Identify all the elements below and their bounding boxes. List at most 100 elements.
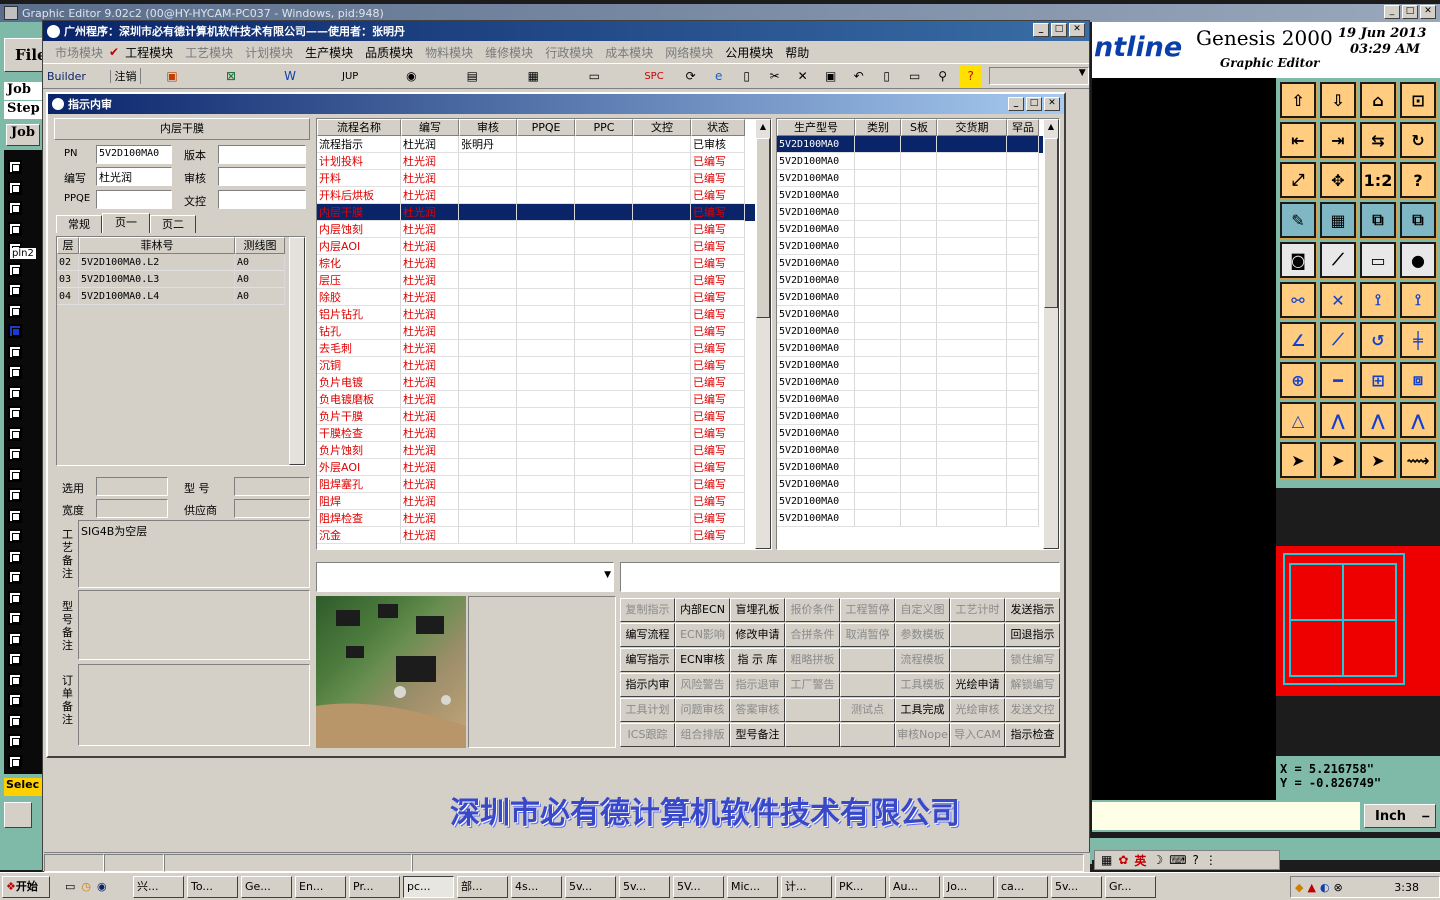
action-button[interactable] (840, 648, 895, 672)
layer-checkbox-icon[interactable] (8, 467, 22, 482)
model-row[interactable]: 5V2D100MA0 (777, 357, 1059, 374)
eye-icon[interactable]: ◉ (400, 65, 422, 87)
action-button[interactable]: 问题审核 (675, 698, 730, 722)
model-row[interactable]: 5V2D100MA0 (777, 374, 1059, 391)
layer-checkbox-icon[interactable] (8, 672, 22, 687)
route-icon[interactable]: ⟿ (1399, 441, 1437, 479)
action-button[interactable]: 修改申请 (730, 623, 785, 647)
model-row[interactable]: 5V2D100MA0 (777, 255, 1059, 272)
rotate-icon[interactable]: ↻ (1399, 121, 1437, 159)
layer-checkbox-icon[interactable] (8, 549, 22, 564)
line-tool-icon[interactable]: ⟋ (1319, 241, 1357, 279)
node-icon[interactable]: ⟟ (1359, 281, 1397, 319)
menu-item-9[interactable]: 成本模块 (599, 44, 659, 61)
flow-row[interactable]: 沉金 杜光润 已编写 (317, 527, 771, 544)
select-icon[interactable]: ➤ (1319, 441, 1357, 479)
pointer-icon[interactable]: ➤ (1279, 441, 1317, 479)
layer-red-icon[interactable]: ⧉ (1359, 201, 1397, 239)
film-row[interactable]: 04 5V2D100MA0.L4 A0 (57, 288, 305, 305)
model-row[interactable]: 5V2D100MA0 (777, 408, 1059, 425)
layer-checkbox-icon[interactable] (8, 508, 22, 523)
action-button[interactable] (840, 673, 895, 697)
action-button[interactable]: 工程暂停 (840, 598, 895, 622)
flow-row[interactable]: 内层AOI 杜光润 已编写 (317, 238, 771, 255)
docctrl-field[interactable] (218, 190, 306, 209)
flow-row[interactable]: 负片电镀 杜光润 已编写 (317, 374, 771, 391)
help-tool-icon[interactable]: ? (1399, 161, 1437, 199)
task-item[interactable]: 计... (781, 875, 832, 898)
flow-row[interactable]: 层压 杜光润 已编写 (317, 272, 771, 289)
action-button[interactable]: 复制指示 (620, 598, 675, 622)
editor-field[interactable]: 杜光润 (96, 167, 172, 186)
model-row[interactable]: 5V2D100MA0 (777, 153, 1059, 170)
task-item[interactable]: 兴... (133, 875, 184, 898)
model-row[interactable]: 5V2D100MA0 (777, 340, 1059, 357)
col-flow-name[interactable]: 流程名称 (317, 119, 401, 136)
builder-button[interactable]: Builder (47, 69, 111, 83)
action-button[interactable] (840, 723, 895, 747)
film-row[interactable]: 02 5V2D100MA0.L2 A0 (57, 254, 305, 271)
tab-page1[interactable]: 页一 (102, 213, 150, 233)
layer-select-icon[interactable]: ⧉ (1399, 201, 1437, 239)
action-button[interactable]: 内部ECN (675, 598, 730, 622)
process-note-field[interactable]: SIG4B为空层 (78, 520, 310, 588)
model-row[interactable]: 5V2D100MA0 (777, 510, 1059, 527)
menu-item-7[interactable]: 维修模块 (479, 44, 539, 61)
col-layer[interactable]: 层 (57, 237, 79, 254)
model-row[interactable]: 5V2D100MA0 (777, 238, 1059, 255)
print-icon[interactable]: ▭ (904, 65, 926, 87)
navigator-panel[interactable] (1276, 546, 1440, 696)
model-field[interactable] (234, 477, 310, 496)
group-icon[interactable]: ⧈ (1399, 361, 1437, 399)
scroll-up-icon[interactable]: ▲ (756, 120, 770, 136)
app-quick-icon[interactable]: ◉ (97, 880, 107, 893)
task-item[interactable]: PK... (835, 875, 886, 898)
maximize-button[interactable]: □ (1402, 5, 1418, 19)
menu-item-6[interactable]: 物料模块 (419, 44, 479, 61)
dialog-close-button[interactable]: ✕ (1044, 97, 1060, 111)
start-button[interactable]: ❖开始 (2, 875, 50, 898)
layer-checkbox-icon[interactable] (8, 283, 22, 297)
action-button[interactable] (950, 648, 1005, 672)
action-button[interactable]: 指 示 库 (730, 648, 785, 672)
task-item[interactable]: 5v... (619, 875, 670, 898)
cut-icon[interactable]: ✂ (764, 65, 786, 87)
flow-row[interactable]: 铝片钻孔 杜光润 已编写 (317, 306, 771, 323)
select-icon-button[interactable] (4, 802, 32, 828)
zoom-page-icon[interactable]: ⌂ (1359, 81, 1397, 119)
model-scroll-thumb[interactable] (1044, 138, 1058, 308)
vertex-icon[interactable]: ⋀ (1359, 401, 1397, 439)
action-button[interactable]: 光绘申请 (950, 673, 1005, 697)
model-scrollbar[interactable]: ▲ (1043, 119, 1059, 549)
mirror-icon[interactable]: ⇆ (1359, 121, 1397, 159)
model-row[interactable]: 5V2D100MA0 (777, 136, 1059, 153)
model-row[interactable]: 5V2D100MA0 (777, 442, 1059, 459)
pad-tool-icon[interactable]: ◙ (1279, 241, 1317, 279)
flow-row[interactable]: 负电镀磨板 杜光润 已编写 (317, 391, 771, 408)
task-item[interactable]: Au... (889, 875, 940, 898)
dialog-minimize-button[interactable]: _ (1008, 97, 1024, 111)
action-button[interactable]: 指示检查 (1005, 723, 1060, 747)
action-button[interactable]: 流程模板 (895, 648, 950, 672)
supplier-field[interactable] (234, 499, 310, 518)
model-row[interactable]: 5V2D100MA0 (777, 493, 1059, 510)
task-item[interactable]: ca... (997, 875, 1048, 898)
sketch-icon[interactable]: ✎ (1279, 201, 1317, 239)
layer-checkbox-icon[interactable] (8, 262, 22, 277)
flow-scroll-thumb[interactable] (756, 138, 770, 318)
task-item[interactable]: 部... (457, 875, 508, 898)
angle-icon[interactable]: ∠ (1279, 321, 1317, 359)
pn-field[interactable]: 5V2D100MA0 (96, 145, 172, 164)
action-button[interactable] (950, 623, 1005, 647)
layer-checkbox-icon[interactable] (8, 529, 22, 543)
close-button[interactable]: ✕ (1420, 5, 1436, 19)
review-field[interactable] (218, 167, 306, 186)
action-button[interactable]: 锁住编写 (1005, 648, 1060, 672)
col-rare[interactable]: 罕品 (1007, 119, 1039, 136)
action-button[interactable] (785, 698, 840, 722)
layer-checkbox-icon[interactable] (8, 160, 22, 174)
database-icon[interactable]: ▤ (461, 65, 483, 87)
task-item[interactable]: To... (187, 875, 238, 898)
action-button[interactable]: 发送指示 (1005, 598, 1060, 622)
action-button[interactable]: 组合排版 (675, 723, 730, 747)
